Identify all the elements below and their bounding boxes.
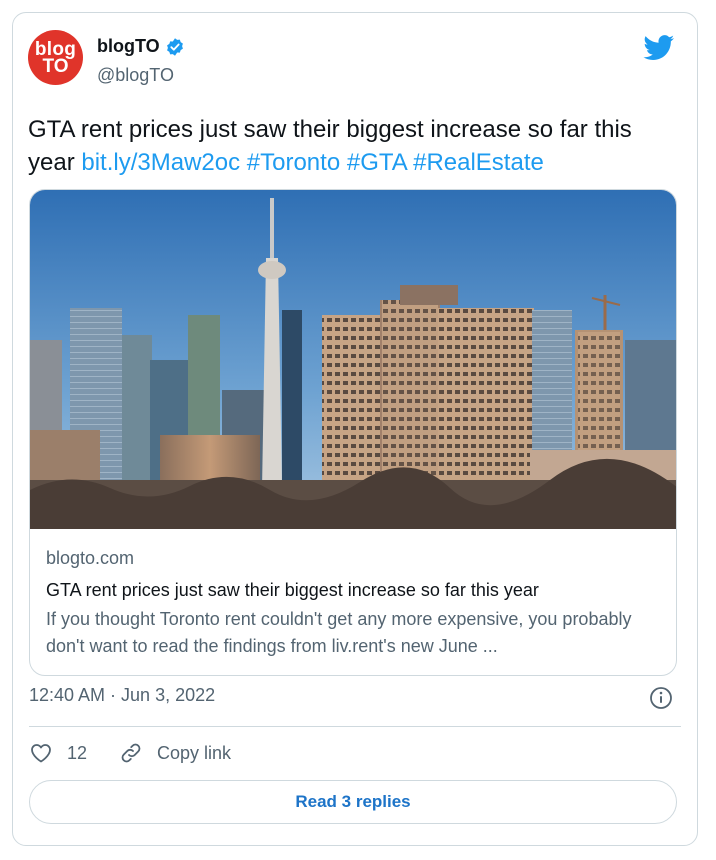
hashtag-realestate[interactable]: #RealEstate xyxy=(413,149,544,176)
hashtag-gta[interactable]: #GTA xyxy=(347,149,407,176)
like-button[interactable]: 12 xyxy=(29,741,87,765)
verified-badge-icon xyxy=(166,37,183,56)
tweet-card[interactable]: blog TO blogTO @blogTO GTA rent prices j… xyxy=(12,12,698,846)
preview-title[interactable]: GTA rent prices just saw their biggest i… xyxy=(46,579,666,601)
copy-link-button[interactable]: Copy link xyxy=(119,741,231,765)
author-handle[interactable]: @blogTO xyxy=(97,65,174,86)
author-name-row[interactable]: blogTO xyxy=(97,36,185,57)
heart-icon xyxy=(31,744,51,763)
author-name[interactable]: blogTO xyxy=(97,36,160,57)
info-icon[interactable] xyxy=(649,686,673,710)
avatar-text-to: TO xyxy=(42,55,69,77)
avatar-text-blog: blog xyxy=(34,38,77,60)
avatar[interactable]: blog TO xyxy=(28,30,83,85)
tweet-timestamp[interactable]: 12:40 AM · Jun 3, 2022 xyxy=(29,685,215,706)
preview-meta[interactable]: blogto.com GTA rent prices just saw thei… xyxy=(46,547,666,660)
tweet-link[interactable]: bit.ly/3Maw2oc xyxy=(81,149,240,176)
link-icon xyxy=(121,743,141,763)
preview-description: If you thought Toronto rent couldn't get… xyxy=(46,609,632,656)
copy-link-label: Copy link xyxy=(157,742,232,763)
tweet-text: GTA rent prices just saw their biggest i… xyxy=(28,113,668,179)
hashtag-toronto[interactable]: #Toronto xyxy=(247,149,340,176)
read-replies-button[interactable]: Read 3 replies xyxy=(29,780,677,824)
preview-image[interactable] xyxy=(30,190,677,529)
like-count: 12 xyxy=(67,742,88,763)
divider xyxy=(29,726,681,727)
action-bar: 12 Copy link xyxy=(29,741,263,765)
link-preview-card[interactable]: blogto.com GTA rent prices just saw thei… xyxy=(29,189,677,676)
twitter-bird-icon[interactable] xyxy=(643,35,675,61)
preview-domain: blogto.com xyxy=(46,548,135,568)
